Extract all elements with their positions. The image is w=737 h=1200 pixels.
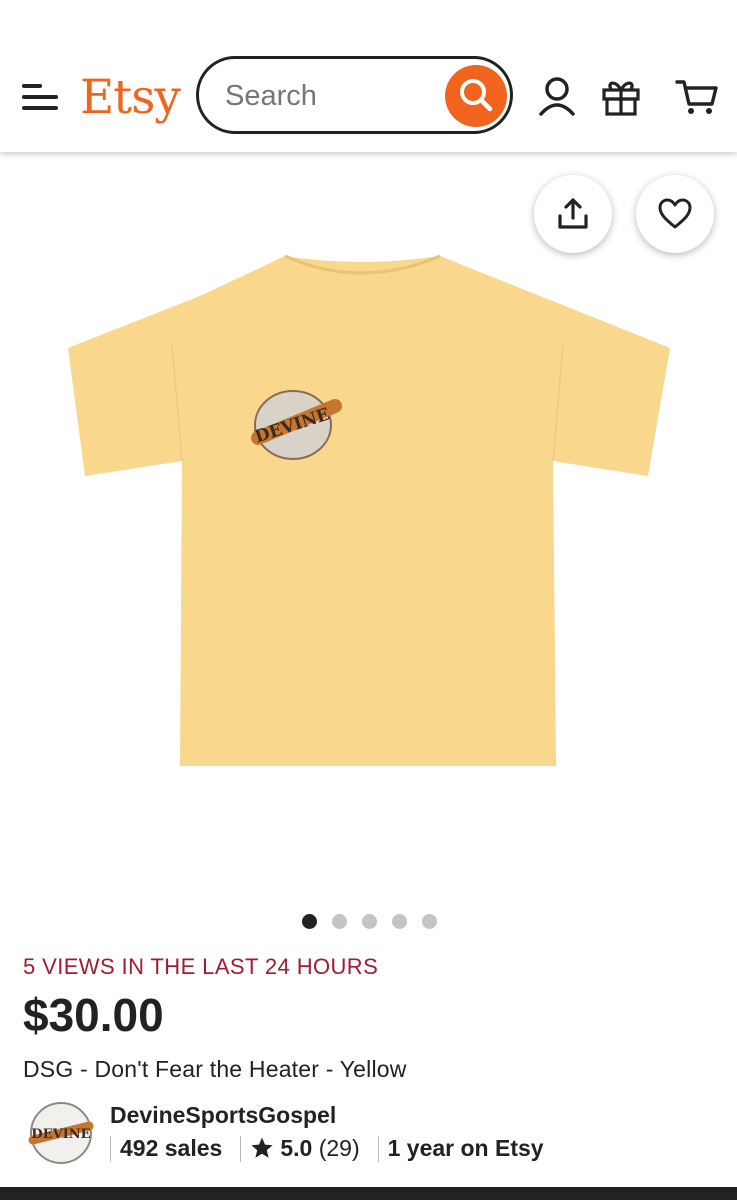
divider [240,1135,242,1162]
price: $30.00 [23,989,164,1041]
shop-avatar[interactable]: DEVINE [23,1100,99,1166]
carousel-dot[interactable] [392,914,407,929]
cart-icon[interactable] [675,74,719,118]
views-notice: 5 VIEWS IN THE LAST 24 HOURS [23,954,379,979]
star-icon [251,1137,273,1159]
top-navigation-bar: Etsy [0,0,737,152]
menu-icon[interactable] [22,82,60,112]
shop-stats: 492 sales 5.0 (29) 1 year on Etsy [110,1134,562,1166]
shop-logo-text: DEVINE [31,1127,90,1142]
share-icon [558,198,588,229]
search-input[interactable] [223,79,427,114]
search-icon [460,79,493,112]
shop-rating-value: 5.0 [280,1135,313,1162]
share-button[interactable] [534,175,612,253]
product-image[interactable]: DEVINE [60,248,680,778]
divider [377,1135,379,1162]
carousel-dot[interactable] [422,914,437,929]
listing-title: DSG - Don't Fear the Heater - Yellow [23,1056,407,1082]
search-button[interactable] [445,65,507,127]
shop-sales: 492 sales [120,1135,223,1162]
gift-icon[interactable] [599,74,643,118]
heart-icon [658,198,692,229]
shop-name-link[interactable]: DevineSportsGospel [110,1102,336,1129]
carousel-dot[interactable] [332,914,347,929]
account-icon[interactable] [535,74,579,118]
shop-tenure: 1 year on Etsy [387,1135,544,1162]
image-carousel-indicators [0,912,737,932]
bottom-bar [0,1187,737,1200]
shop-review-count: (29) [318,1135,360,1162]
divider [110,1135,111,1162]
search-bar [196,56,513,134]
carousel-dot[interactable] [362,914,377,929]
favorite-button[interactable] [636,175,714,253]
carousel-dot[interactable] [302,914,317,929]
etsy-logo[interactable]: Etsy [80,70,181,126]
shop-rating[interactable]: 5.0 (29) [250,1135,360,1162]
